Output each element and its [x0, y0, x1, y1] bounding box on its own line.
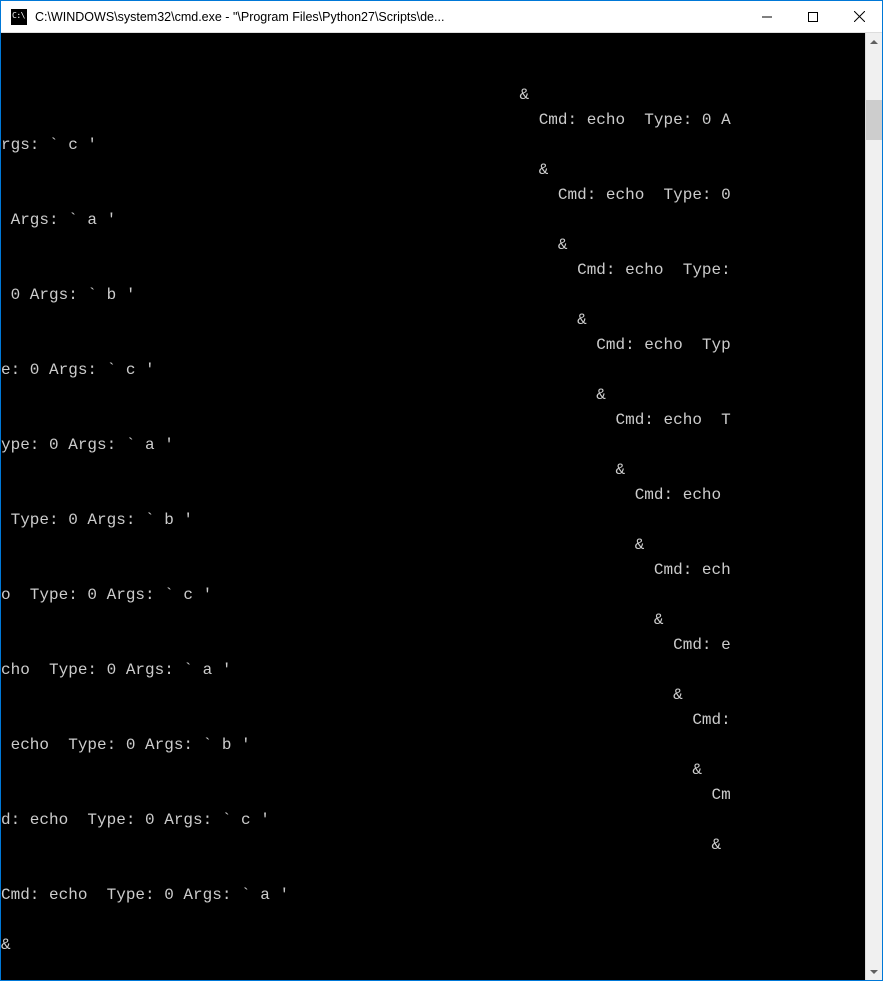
- terminal[interactable]: & Cmd: echo Type: 0 A rgs: ` c ' &: [1, 33, 865, 980]
- terminal-output: & Cmd: echo Type: 0 A rgs: ` c ' &: [1, 83, 865, 980]
- vertical-scrollbar[interactable]: [865, 33, 882, 980]
- client-area: & Cmd: echo Type: 0 A rgs: ` c ' &: [1, 33, 882, 980]
- window-controls: [744, 1, 882, 32]
- close-button[interactable]: [836, 1, 882, 32]
- maximize-button[interactable]: [790, 1, 836, 32]
- chevron-up-icon: [870, 38, 878, 46]
- minimize-button[interactable]: [744, 1, 790, 32]
- scrollbar-track[interactable]: [866, 50, 882, 963]
- titlebar[interactable]: C:\WINDOWS\system32\cmd.exe - "\Program …: [1, 1, 882, 33]
- scroll-up-button[interactable]: [866, 33, 882, 50]
- minimize-icon: [762, 12, 772, 22]
- window-title: C:\WINDOWS\system32\cmd.exe - "\Program …: [35, 10, 744, 24]
- maximize-icon: [808, 12, 818, 22]
- scroll-down-button[interactable]: [866, 963, 882, 980]
- cmd-icon: [11, 9, 27, 25]
- close-icon: [854, 11, 865, 22]
- chevron-down-icon: [870, 968, 878, 976]
- scrollbar-thumb[interactable]: [866, 100, 882, 140]
